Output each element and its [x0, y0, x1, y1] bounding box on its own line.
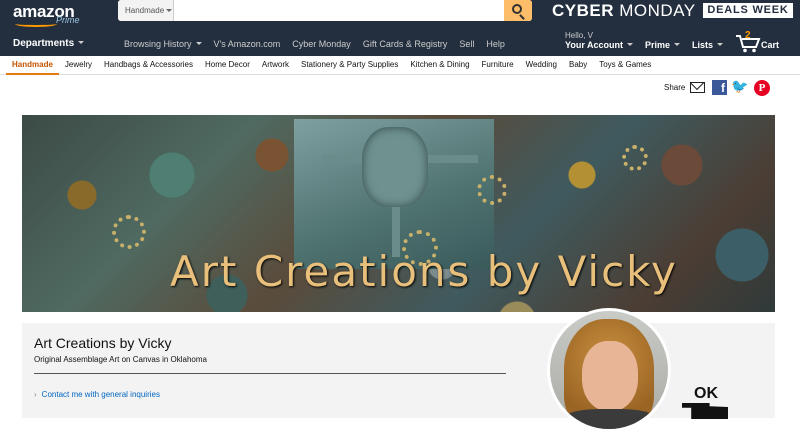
- prime-menu[interactable]: Prime: [645, 40, 681, 50]
- subnav-furniture[interactable]: Furniture: [476, 56, 520, 75]
- nav-your-amazon[interactable]: V's Amazon.com: [214, 39, 281, 49]
- email-icon[interactable]: [690, 82, 705, 93]
- deals-week-badge[interactable]: DEALS WEEK: [703, 3, 793, 18]
- greeting: Hello, V: [565, 31, 594, 40]
- divider: [34, 373, 506, 374]
- facebook-icon[interactable]: f: [712, 80, 727, 95]
- smile-icon: [15, 21, 57, 27]
- avatar: [547, 308, 671, 432]
- share-label: Share: [664, 83, 686, 92]
- shop-tagline: Original Assemblage Art on Canvas in Okl…: [34, 355, 207, 364]
- avatar-face: [582, 341, 638, 411]
- search-input[interactable]: [175, 0, 503, 21]
- nav-links: Browsing History V's Amazon.com Cyber Mo…: [124, 39, 517, 49]
- prime-label: Prime: [645, 40, 671, 50]
- oklahoma-map-icon: [682, 403, 728, 419]
- promo-bold-text: CYBER: [552, 1, 615, 20]
- search-bar: Handmade: [118, 0, 532, 21]
- nav-help[interactable]: Help: [486, 39, 505, 49]
- subnav-home-decor[interactable]: Home Decor: [199, 56, 256, 75]
- chevron-down-icon: [627, 43, 633, 46]
- oklahoma-badge: OK: [682, 379, 734, 419]
- cart-label[interactable]: Cart: [761, 40, 779, 50]
- chevron-down-icon: [78, 41, 85, 44]
- subnav-wedding[interactable]: Wedding: [520, 56, 563, 75]
- amazon-logo[interactable]: amazon Prime: [13, 2, 113, 30]
- search-department-label: Handmade: [125, 6, 165, 15]
- chevron-down-icon: [717, 43, 724, 46]
- your-account-menu[interactable]: Your Account: [565, 40, 633, 50]
- shop-banner: Art Creations by Vicky: [22, 115, 775, 312]
- search-icon: [512, 4, 522, 14]
- search-department-select[interactable]: Handmade: [118, 0, 174, 21]
- subnav-jewelry[interactable]: Jewelry: [59, 56, 98, 75]
- chevron-down-icon: [195, 42, 202, 45]
- lists-label: Lists: [692, 40, 714, 50]
- subnav-handbags[interactable]: Handbags & Accessories: [98, 56, 199, 75]
- top-bar: amazon Prime Handmade CYBER MONDAY DEALS…: [0, 0, 800, 33]
- contact-link[interactable]: › Contact me with general inquiries: [34, 390, 160, 399]
- chevron-down-icon: [166, 9, 172, 12]
- cyber-monday-promo[interactable]: CYBER MONDAY: [552, 1, 696, 21]
- chevron-down-icon: [674, 43, 681, 46]
- subnav-kitchen[interactable]: Kitchen & Dining: [404, 56, 475, 75]
- lists-menu[interactable]: Lists: [692, 40, 724, 50]
- account-label: Your Account: [565, 40, 623, 50]
- subnav-artwork[interactable]: Artwork: [256, 56, 295, 75]
- category-subnav: Handmade Jewelry Handbags & Accessories …: [0, 56, 800, 75]
- banner-gear: [112, 215, 146, 249]
- pinterest-icon[interactable]: P: [754, 80, 770, 96]
- subnav-toys[interactable]: Toys & Games: [593, 56, 657, 75]
- banner-title: Art Creations by Vicky: [170, 247, 678, 296]
- search-button[interactable]: [504, 0, 532, 21]
- subnav-handmade[interactable]: Handmade: [6, 56, 59, 75]
- promo-light-text: MONDAY: [619, 1, 696, 20]
- chevron-right-icon: ›: [34, 390, 37, 399]
- state-code: OK: [694, 385, 718, 402]
- nav-gift-cards[interactable]: Gift Cards & Registry: [363, 39, 448, 49]
- banner-sun-face: [362, 127, 428, 207]
- banner-gear: [477, 175, 507, 205]
- cart-icon[interactable]: 2: [735, 30, 761, 53]
- nav-cyber-monday[interactable]: Cyber Monday: [292, 39, 351, 49]
- twitter-icon[interactable]: 🐦: [731, 80, 749, 95]
- banner-ray: [428, 155, 478, 163]
- nav-link-label: Browsing History: [124, 39, 192, 49]
- nav-browsing-history[interactable]: Browsing History: [124, 39, 202, 49]
- subnav-baby[interactable]: Baby: [563, 56, 593, 75]
- avatar-shirt: [560, 409, 660, 429]
- logo-prime-text: Prime: [56, 15, 80, 25]
- banner-gear: [622, 145, 648, 171]
- departments-label: Departments: [13, 38, 75, 49]
- departments-menu[interactable]: Departments: [13, 38, 85, 49]
- nav-sell[interactable]: Sell: [459, 39, 474, 49]
- contact-label: Contact me with general inquiries: [41, 390, 160, 399]
- shop-name: Art Creations by Vicky: [34, 335, 172, 351]
- avatar-photo: [550, 311, 668, 429]
- cart-count: 2: [745, 30, 751, 41]
- banner-ray: [322, 155, 362, 163]
- main-nav: Departments Browsing History V's Amazon.…: [0, 30, 800, 56]
- subnav-stationery[interactable]: Stationery & Party Supplies: [295, 56, 404, 75]
